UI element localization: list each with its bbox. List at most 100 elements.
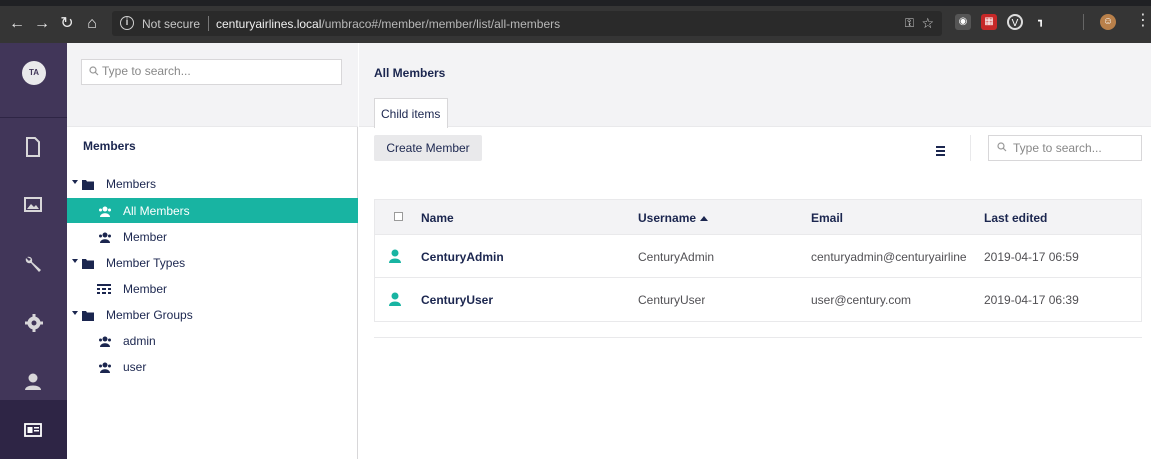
home-icon[interactable]: ⌂	[83, 15, 101, 33]
users-icon	[99, 336, 111, 347]
folder-icon	[82, 311, 94, 321]
extension-red-icon[interactable]: ▦	[981, 14, 997, 30]
table-header: Name Username Email Last edited	[375, 200, 1141, 235]
tree-node-label: Members	[106, 177, 157, 191]
column-username: Username	[638, 211, 697, 225]
browser-toolbar: ← → ↻ ⌂ i Not secure centuryairlines.loc…	[0, 0, 1151, 43]
address-bar[interactable]: i Not secure centuryairlines.local/umbra…	[112, 11, 942, 36]
table-row[interactable]: CenturyAdmin CenturyAdmin centuryadmin@c…	[375, 236, 1141, 278]
member-last-edited: 2019-04-17 06:39	[984, 293, 1079, 307]
back-icon[interactable]: ←	[8, 15, 26, 33]
tree-node-label: All Members	[123, 204, 190, 218]
tree-node-member[interactable]: Member	[67, 224, 358, 249]
select-all-checkbox[interactable]	[394, 212, 403, 221]
table-row[interactable]: CenturyUser CenturyUser user@century.com…	[375, 279, 1141, 321]
tree-node-admin[interactable]: admin	[67, 328, 358, 353]
list-view-icon[interactable]	[936, 146, 945, 156]
tree-search-input[interactable]	[102, 64, 332, 78]
tree-search-box[interactable]	[81, 59, 342, 85]
column-name[interactable]: Name	[421, 211, 454, 225]
main-header: All Members Child items	[359, 43, 1151, 128]
key-icon[interactable]: ⚿	[905, 16, 914, 31]
member-icon	[389, 292, 401, 306]
toolbar-separator	[970, 135, 971, 161]
grid-icon	[97, 284, 111, 294]
tab-strip	[0, 0, 1151, 6]
tree-node-members[interactable]: Members	[67, 171, 358, 196]
tree-node-user[interactable]: user	[67, 354, 358, 379]
caret-down-icon[interactable]	[72, 259, 78, 263]
extension-hammer-icon[interactable]: ┓	[1033, 14, 1049, 30]
page-title: All Members	[374, 66, 446, 80]
members-table: Name Username Email Last edited CenturyA…	[374, 199, 1142, 322]
bookmark-star-icon[interactable]: ☆	[921, 15, 934, 32]
extension-shield-icon[interactable]: ◉	[955, 14, 971, 30]
tree-node-member-types[interactable]: Member Types	[67, 250, 358, 275]
browser-menu-icon[interactable]: ⋮	[1135, 13, 1151, 29]
tree-node-label: user	[123, 360, 147, 374]
search-icon	[89, 66, 99, 76]
member-email: user@century.com	[811, 293, 911, 307]
create-member-button[interactable]: Create Member	[374, 135, 482, 161]
image-icon	[24, 197, 42, 212]
url-path: /umbraco#/member/member/list/all-members	[321, 17, 561, 31]
tree-node-label: Member Types	[106, 256, 186, 270]
section-members[interactable]	[0, 400, 67, 459]
user-avatar[interactable]: TA	[22, 61, 46, 85]
gear-icon	[25, 314, 43, 332]
extension-v-icon[interactable]: V	[1007, 14, 1023, 30]
column-username-wrap[interactable]: Username	[638, 211, 709, 225]
folder-icon	[82, 180, 94, 190]
list-search-input[interactable]	[1013, 141, 1133, 155]
sort-ascending-icon	[700, 216, 709, 221]
member-name[interactable]: CenturyAdmin	[421, 250, 504, 264]
info-icon[interactable]: i	[120, 16, 134, 30]
users-icon	[99, 362, 111, 373]
folder-icon	[82, 259, 94, 269]
member-username: CenturyUser	[638, 293, 706, 307]
member-email: centuryadmin@centuryairline	[811, 250, 967, 264]
section-content[interactable]	[0, 117, 67, 176]
profile-avatar-icon[interactable]: ☺	[1100, 14, 1116, 30]
caret-down-icon[interactable]	[72, 180, 78, 184]
member-username: CenturyAdmin	[638, 250, 715, 264]
tree-node-member-type[interactable]: Member	[67, 276, 358, 301]
address-separator	[208, 16, 209, 31]
tree-node-label: Member Groups	[106, 308, 193, 322]
tree-node-member-groups[interactable]: Member Groups	[67, 302, 358, 327]
forward-icon[interactable]: →	[33, 15, 51, 33]
reload-icon[interactable]: ↻	[58, 15, 76, 33]
tree-node-label: Member	[123, 230, 168, 244]
tree-search-area	[67, 43, 358, 127]
section-settings[interactable]	[0, 235, 67, 294]
not-secure-label: Not secure	[142, 17, 201, 31]
users-icon	[99, 206, 111, 217]
search-icon	[997, 142, 1007, 152]
id-card-icon	[24, 423, 42, 437]
list-footer-divider	[374, 337, 1142, 338]
user-icon	[25, 373, 41, 390]
section-developer[interactable]	[0, 294, 67, 353]
sections-sidebar: TA	[0, 43, 67, 459]
tree-panel: Members Members All Members Member Membe…	[67, 43, 358, 459]
member-icon	[389, 249, 401, 263]
url-text: centuryairlines.local/umbraco#/member/me…	[216, 17, 560, 31]
users-icon	[99, 232, 111, 243]
tree-title: Members	[83, 139, 136, 153]
member-name[interactable]: CenturyUser	[421, 293, 493, 307]
column-last-edited[interactable]: Last edited	[984, 211, 1047, 225]
url-host: centuryairlines.local	[216, 17, 322, 31]
extension-separator	[1083, 14, 1084, 30]
tree-node-label: Member	[123, 282, 168, 296]
tree-node-all-members[interactable]: All Members	[67, 198, 358, 223]
caret-down-icon[interactable]	[72, 311, 78, 315]
list-search-box[interactable]	[988, 135, 1142, 161]
document-icon	[26, 137, 40, 157]
main-panel: All Members Child items Create Member Na…	[359, 43, 1151, 459]
member-last-edited: 2019-04-17 06:59	[984, 250, 1079, 264]
tree-node-label: admin	[123, 334, 156, 348]
wrench-icon	[25, 256, 41, 272]
tab-child-items[interactable]: Child items	[374, 98, 448, 128]
column-email[interactable]: Email	[811, 211, 843, 225]
section-media[interactable]	[0, 176, 67, 235]
